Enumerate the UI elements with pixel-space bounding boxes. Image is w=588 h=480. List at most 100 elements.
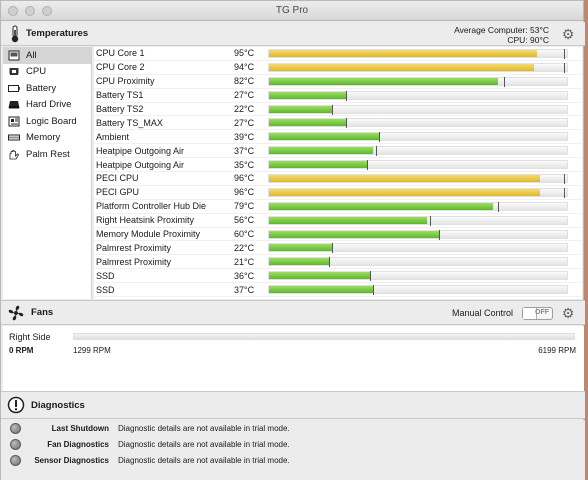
sensor-row: CPU Core 1 95°C [94,47,582,61]
sensor-bar [268,201,568,212]
sidebar-item-label: Battery [26,82,57,94]
sidebar-item-label: Palm Rest [26,148,70,160]
sensor-bar [268,132,568,143]
diagnostic-text: Diagnostic details are not available in … [118,439,290,449]
cpu-label: CPU: [507,35,528,45]
sensor-bar [268,76,568,87]
sensor-value: 37°C [234,284,255,295]
diagnostic-row: Fan Diagnostics Diagnostic details are n… [1,436,585,452]
sensor-name: Battery TS_MAX [96,117,163,128]
sensor-value: 27°C [234,117,255,128]
diagnostic-row: Sensor Diagnostics Diagnostic details ar… [1,452,585,468]
sensor-name: SSD [96,284,115,295]
all-icon [8,50,20,61]
sensor-bar-fill [269,174,541,182]
sensor-bar-fill [269,202,493,210]
sensor-value: 27°C [234,90,255,101]
average-label: Average Computer: [454,25,528,35]
cpu-icon [8,66,20,77]
sidebar-item-logic-board[interactable]: Logic Board [3,113,91,130]
sensor-max-marker [438,229,440,240]
sidebar-item-palm-rest[interactable]: Palm Rest [3,146,91,163]
sensor-bar [268,118,568,129]
sensor-max-marker [379,132,381,143]
sensor-value: 22°C [234,104,255,114]
sensor-row: PECI GPU 96°C [94,186,582,200]
manual-control-toggle[interactable]: OFF [522,307,553,320]
sidebar-item-label: Memory [26,132,61,144]
sidebar-item-battery[interactable]: Battery [3,80,91,97]
sensor-row: Ambient 39°C [94,130,582,145]
sensor-name: PECI CPU [96,173,139,184]
sensor-name: Palmrest Proximity [96,242,172,253]
diagnostics-title: Diagnostics [31,399,85,411]
sensor-bar [268,173,568,184]
memory-icon [8,132,20,143]
sensor-max-marker [564,187,566,198]
sensor-bar [268,187,568,198]
minimize-button[interactable] [25,6,35,16]
sidebar-item-cpu[interactable]: CPU [3,64,91,81]
sensor-max-marker [373,285,375,296]
sensor-value: 56°C [234,215,255,226]
hard-drive-icon [8,99,20,110]
diagnostic-label: Last Shutdown [51,423,109,433]
fans-header: Fans Manual Control OFF ⚙ [1,300,585,325]
logic-board-icon [8,116,20,127]
sensor-name: Memory Module Proximity [96,229,201,240]
fan-icon [8,305,24,320]
sensor-bar [268,257,568,268]
fan-max-rpm: 6199 RPM [538,346,576,355]
zoom-button[interactable] [42,6,52,16]
sensor-max-marker [564,62,566,73]
sensor-row: Battery TS_MAX 27°C [94,116,582,131]
sensor-value: 21°C [234,256,255,267]
sensor-bar [268,243,568,254]
status-dot-icon [10,438,21,450]
sensor-row: SSD 36°C [94,269,582,284]
sensor-max-marker [346,90,348,101]
sensor-name: CPU Proximity [96,76,155,87]
sensor-max-marker [370,271,372,282]
sensor-name: Palmrest Proximity [96,256,172,267]
average-readout: Average Computer: 53°C CPU: 90°C [454,25,549,45]
sensor-row: Platform Controller Hub Die 79°C [94,200,582,214]
fan-name: Right Side [9,332,51,342]
sidebar-item-hard-drive[interactable]: Hard Drive [3,97,91,114]
sidebar-item-label: All [26,49,37,61]
sensor-name: Right Heatsink Proximity [96,215,195,226]
sensor-max-marker [498,201,500,212]
fan-speed-bar [73,333,575,340]
sensor-bar [268,285,568,296]
sensor-bar [268,215,568,226]
sensor-row: Palmrest Proximity 22°C [94,241,582,256]
fans-gear-icon[interactable]: ⚙ [561,306,575,320]
sensor-bar [268,90,568,101]
fan-min-rpm: 1299 RPM [73,346,111,355]
diagnostic-label: Sensor Diagnostics [34,455,109,465]
sensor-bar-fill [269,63,535,71]
sensor-category-sidebar: All CPU Battery Hard Drive Logic Board Memory… [3,47,92,299]
sensor-value: 36°C [234,270,255,281]
sensor-max-marker [331,104,333,115]
diagnostic-text: Diagnostic details are not available in … [118,423,290,433]
fans-panel: Right Side 0 RPM 1299 RPM 6199 RPM [3,326,584,391]
sensor-value: 37°C [234,145,255,156]
average-value: 53°C [530,25,549,35]
sensor-row: PECI CPU 96°C [94,172,582,186]
temperatures-gear-icon[interactable]: ⚙ [561,27,575,41]
sidebar-item-all[interactable]: All [3,47,91,64]
sensor-row: Heatpipe Outgoing Air 37°C [94,144,582,159]
sensor-row: Battery TS1 27°C [94,89,582,103]
sensor-value: 60°C [234,229,255,240]
sensor-bar-fill [269,272,371,280]
sidebar-item-label: Logic Board [26,115,77,127]
sidebar-item-memory[interactable]: Memory [3,130,91,147]
diagnostic-row: Last Shutdown Diagnostic details are not… [1,420,585,436]
sensor-bar-fill [269,244,332,252]
close-button[interactable] [8,6,18,16]
sensor-row: CPU Proximity 82°C [94,75,582,89]
sensor-bar [268,160,568,171]
sensor-list: CPU Core 1 95°C CPU Core 2 94°C CPU Proximit… [94,47,582,299]
sensor-bar [268,62,568,73]
